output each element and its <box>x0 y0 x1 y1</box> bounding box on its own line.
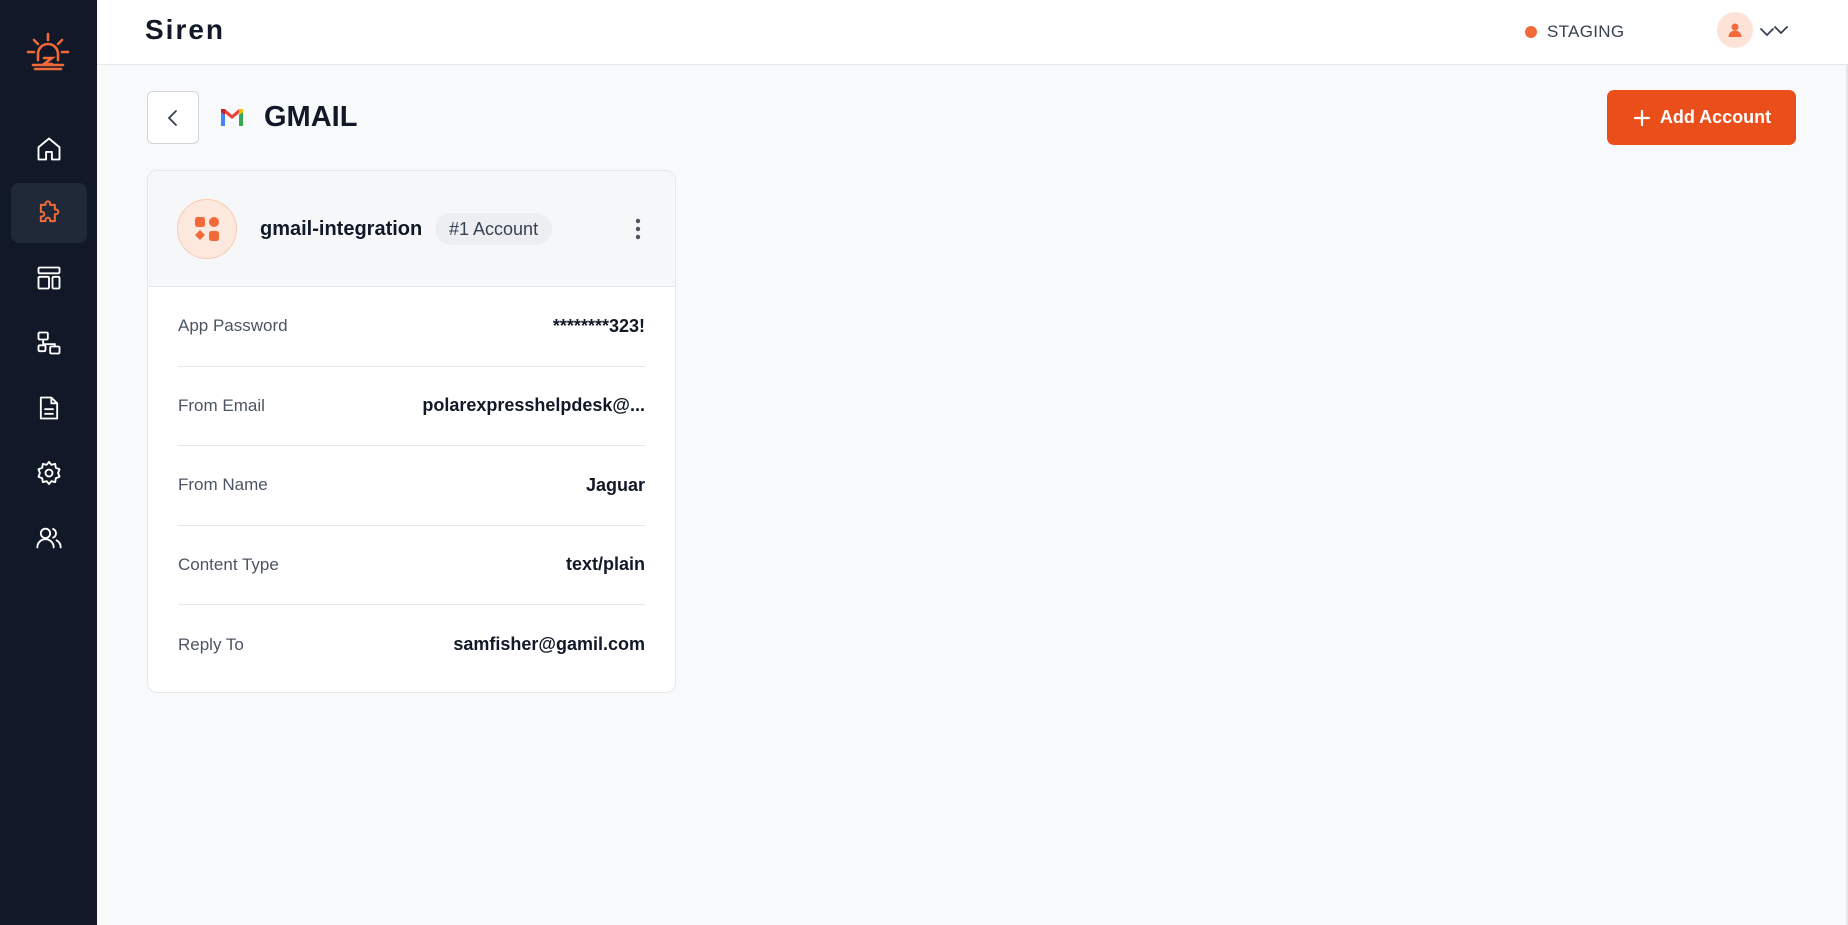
sidebar-item-settings[interactable] <box>11 443 87 503</box>
sidebar-item-home[interactable] <box>11 119 87 179</box>
field-value: polarexpresshelpdesk@... <box>422 395 645 416</box>
sidebar-item-integrations[interactable] <box>11 183 87 243</box>
account-card: gmail-integration #1 Account App Passwor… <box>147 170 676 693</box>
field-value: Jaguar <box>585 474 645 495</box>
sidebar-item-logs[interactable] <box>11 378 87 438</box>
field-value: text/plain <box>565 554 645 575</box>
kebab-menu-icon <box>635 218 641 240</box>
integration-name: gmail-integration <box>260 218 423 240</box>
puzzle-icon <box>39 200 60 223</box>
sidebar-item-users[interactable] <box>11 508 87 568</box>
home-icon <box>37 137 61 161</box>
top-header: Siren STAGING <box>97 0 1848 65</box>
integration-avatar <box>177 199 237 259</box>
siren-logo-icon <box>26 32 70 71</box>
chevron-down-icon <box>1774 26 1788 35</box>
gmail-logo-icon <box>221 109 243 126</box>
field-row-from-email: From Email polarexpresshelpdesk@... <box>178 367 645 446</box>
field-row-from-name: From Name Jaguar <box>178 446 645 526</box>
shapes-icon <box>195 217 219 241</box>
user-menu[interactable] <box>1717 12 1791 48</box>
account-card-header: gmail-integration #1 Account <box>148 171 675 287</box>
field-row-app-password: App Password ********323! <box>178 287 645 367</box>
field-label: From Name <box>178 475 268 495</box>
layout-icon <box>37 266 61 290</box>
add-account-button[interactable]: Add Account <box>1607 90 1796 145</box>
field-row-reply-to: Reply To samfisher@gamil.com <box>178 605 645 685</box>
page-title: GMAIL <box>264 101 358 133</box>
document-icon <box>39 396 59 420</box>
account-fields: App Password ********323! From Email pol… <box>178 287 645 685</box>
user-icon <box>1728 23 1742 37</box>
field-value: samfisher@gamil.com <box>453 634 645 655</box>
account-badge: #1 Account <box>435 213 553 245</box>
field-label: Reply To <box>178 634 244 654</box>
chevron-left-icon <box>167 109 177 126</box>
field-label: From Email <box>178 395 265 415</box>
gear-icon <box>37 460 61 486</box>
plus-icon <box>1633 109 1650 126</box>
sidebar-item-templates[interactable] <box>11 248 87 308</box>
flow-icon <box>37 331 61 355</box>
sidebar <box>0 0 97 925</box>
field-label: Content Type <box>178 554 279 574</box>
field-label: App Password <box>178 316 288 336</box>
environment-status-dot <box>1525 26 1537 38</box>
back-button[interactable] <box>147 91 199 144</box>
field-row-content-type: Content Type text/plain <box>178 526 645 605</box>
avatar <box>1717 12 1753 48</box>
brand-name: Siren <box>145 14 226 45</box>
environment-label: STAGING <box>1547 22 1625 41</box>
users-icon <box>36 527 62 549</box>
sidebar-item-workflows[interactable] <box>11 313 87 373</box>
field-value: ********323! <box>552 315 645 336</box>
more-options-button[interactable] <box>626 211 650 247</box>
add-account-label: Add Account <box>1659 107 1772 127</box>
environment-selector[interactable]: STAGING <box>1525 18 1774 46</box>
